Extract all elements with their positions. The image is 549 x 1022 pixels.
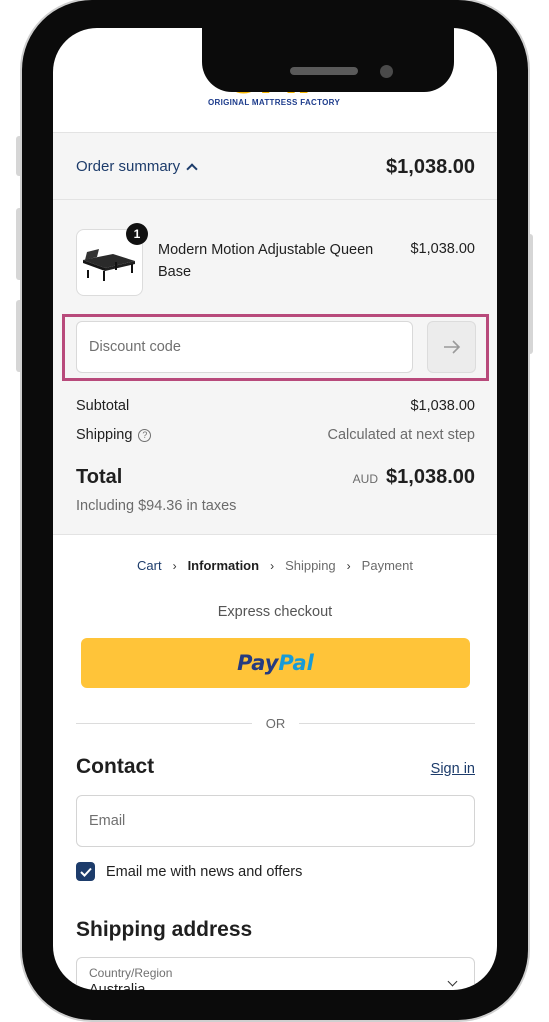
currency-code: AUD	[352, 472, 379, 486]
shipping-row: Shipping? Calculated at next step	[76, 427, 475, 443]
contact-heading: Contact	[76, 755, 155, 778]
email-field[interactable]: Email	[76, 795, 475, 847]
checkmark-icon	[79, 867, 92, 877]
arrow-right-icon	[443, 340, 460, 354]
country-label: Country/Region	[89, 966, 173, 980]
phone-notch	[202, 28, 454, 92]
product-thumbnail: 1	[76, 223, 148, 296]
order-summary-label: Order summary	[76, 158, 181, 175]
shipping-value: Calculated at next step	[327, 427, 475, 443]
country-select[interactable]: Country/Region Australia	[76, 957, 475, 990]
subtotal-row: Subtotal $1,038.00	[76, 398, 475, 414]
sign-in-link[interactable]: Sign in	[431, 761, 475, 777]
breadcrumb-payment: Payment	[361, 558, 413, 573]
country-value: Australia	[89, 982, 146, 990]
help-icon[interactable]: ?	[138, 428, 152, 442]
shipping-label: Shipping	[76, 427, 133, 443]
total-row: Total AUD $1,038.00	[76, 466, 475, 489]
chevron-up-icon	[186, 162, 198, 175]
chevron-right-icon: ›	[270, 558, 275, 573]
paypal-button[interactable]: Pay Pal	[81, 638, 470, 688]
or-label: OR	[265, 716, 286, 731]
front-camera	[380, 65, 393, 78]
shipping-address-heading: Shipping address	[76, 918, 253, 941]
taxes-note: Including $94.36 in taxes	[76, 498, 237, 514]
total-label: Total	[76, 466, 123, 488]
total-value: $1,038.00	[386, 466, 475, 488]
newsletter-checkbox[interactable]	[76, 862, 95, 881]
express-checkout-title: Express checkout	[217, 604, 333, 620]
breadcrumb-cart[interactable]: Cart	[137, 558, 162, 573]
apply-discount-button[interactable]	[427, 321, 476, 373]
quantity-badge: 1	[126, 223, 148, 245]
order-summary-toggle[interactable]: Order summary	[76, 158, 198, 175]
breadcrumb-information: Information	[187, 558, 260, 573]
logo-subtitle: ORIGINAL MATTRESS FACTORY	[208, 98, 341, 107]
breadcrumb-shipping: Shipping	[285, 558, 336, 573]
speaker-grille	[290, 67, 358, 75]
chevron-right-icon: ›	[346, 558, 351, 573]
paypal-logo-pay: Pay	[237, 651, 279, 675]
paypal-logo-pal: Pal	[278, 651, 314, 675]
subtotal-value: $1,038.00	[410, 398, 475, 414]
chevron-right-icon: ›	[172, 558, 177, 573]
breadcrumb: Cart › Information › Shipping › Payment	[53, 558, 497, 573]
checkout-screen: OMF ORIGINAL MATTRESS FACTORY Order summ…	[53, 28, 497, 990]
product-price: $1,038.00	[410, 241, 475, 257]
product-name: Modern Motion Adjustable Queen Base	[158, 242, 374, 280]
newsletter-label[interactable]: Email me with news and offers	[106, 864, 302, 880]
summary-total: $1,038.00	[386, 156, 475, 178]
discount-code-input[interactable]: Discount code	[76, 321, 413, 373]
or-divider: OR	[76, 716, 475, 731]
subtotal-label: Subtotal	[76, 398, 130, 414]
